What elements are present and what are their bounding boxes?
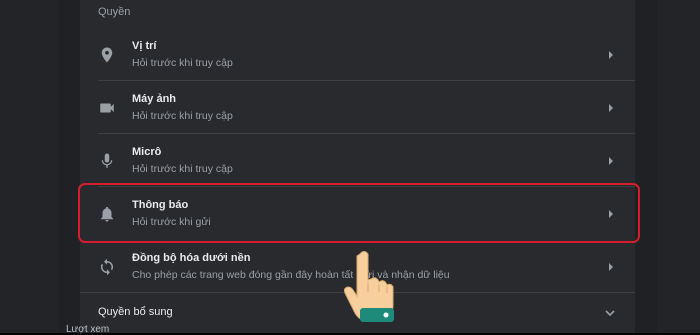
microphone-icon [101,153,113,168]
permission-title: Đồng bộ hóa dưới nền [132,252,251,264]
chevron-down-icon [605,310,615,317]
chevron-right-icon [609,157,613,165]
right-margin [657,0,700,333]
chevron-right-icon [609,51,613,59]
permission-subtitle: Hỏi trước khi truy cập [132,57,233,69]
permission-title: Máy ảnh [132,93,177,105]
permission-row-microphone[interactable]: Micrô Hỏi trước khi truy cập [80,134,635,187]
left-margin [0,0,58,333]
permission-title: Micrô [132,146,162,158]
sync-icon [100,258,114,276]
chevron-right-icon [609,263,613,271]
additional-permissions-label: Quyền bổ sung [98,306,173,318]
permission-subtitle: Hỏi trước khi truy cập [132,163,233,175]
cut-off-text: Lượt xem [66,324,110,335]
permission-row-camera[interactable]: Máy ảnh Hỏi trước khi truy cập [80,81,635,134]
permission-row-location[interactable]: Vị trí Hỏi trước khi truy cập [80,28,635,81]
permission-subtitle: Hỏi trước khi truy cập [132,110,233,122]
location-pin-icon [101,47,113,63]
chevron-right-icon [609,104,613,112]
highlight-frame [78,183,640,243]
camera-icon [100,103,114,113]
permission-title: Vị trí [132,40,157,52]
pointing-hand-icon [343,251,394,322]
section-title: Quyền [98,6,131,18]
